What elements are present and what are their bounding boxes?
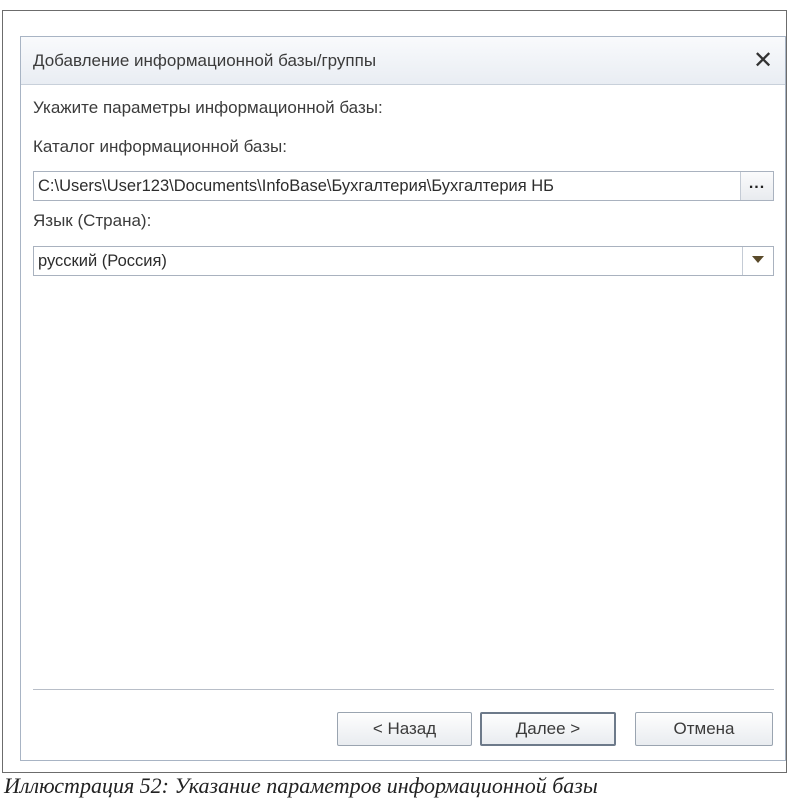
figure-caption: Иллюстрация 52: Указание параметров инфо…	[4, 773, 598, 798]
language-label: Язык (Страна):	[33, 211, 152, 230]
add-infobase-dialog: Добавление информационной базы/группы ✕ …	[20, 36, 786, 761]
catalog-path-value[interactable]: C:\Users\User123\Documents\InfoBase\Бухг…	[38, 177, 737, 196]
heading-label: Укажите параметры информационной базы:	[33, 98, 383, 117]
language-dropdown-button[interactable]	[742, 247, 773, 275]
language-select[interactable]: русский (Россия)	[33, 246, 774, 276]
language-value[interactable]: русский (Россия)	[38, 252, 737, 271]
dropdown-arrow-icon	[752, 256, 764, 263]
back-button[interactable]: < Назад	[337, 712, 472, 746]
next-button[interactable]: Далее >	[480, 712, 616, 746]
browse-button[interactable]: ...	[740, 172, 773, 200]
catalog-label: Каталог информационной базы:	[33, 137, 287, 156]
cancel-button[interactable]: Отмена	[635, 712, 773, 746]
close-icon[interactable]: ✕	[749, 46, 777, 74]
footer-separator	[33, 689, 774, 690]
ellipsis-icon: ...	[748, 175, 766, 192]
title-bar: Добавление информационной базы/группы ✕	[21, 37, 785, 85]
dialog-title: Добавление информационной базы/группы	[33, 51, 377, 70]
catalog-path-field[interactable]: C:\Users\User123\Documents\InfoBase\Бухг…	[33, 171, 774, 201]
